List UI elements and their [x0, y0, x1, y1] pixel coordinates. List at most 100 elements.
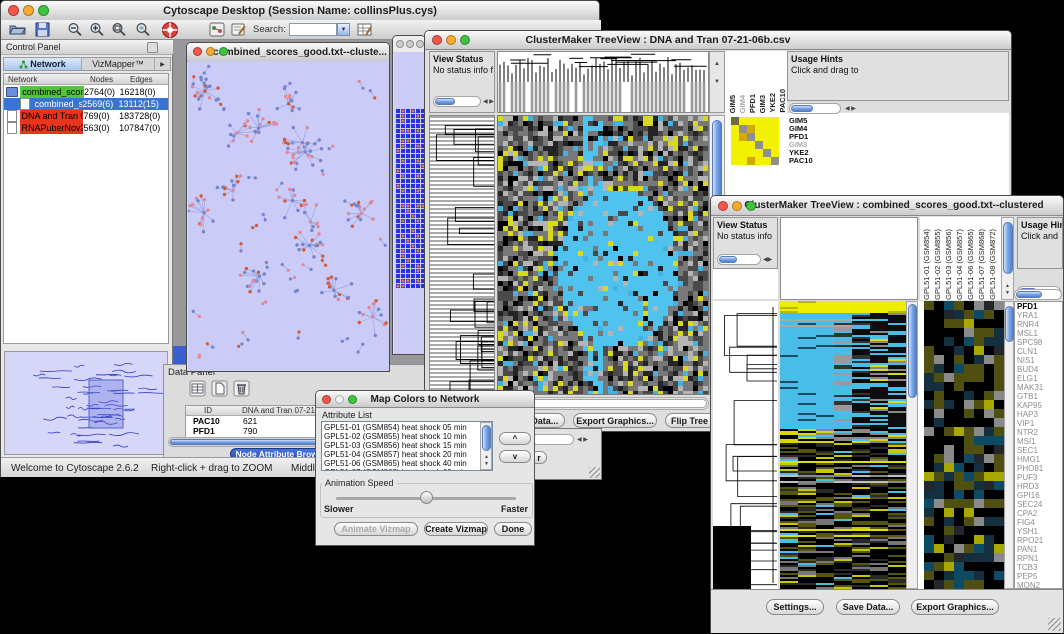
gene-label[interactable]: PHO81 — [1015, 464, 1062, 473]
netwin1-titlebar[interactable]: combined_scores_good.txt--cluste... — [187, 43, 389, 62]
up-arrow-icon[interactable]: ▲ — [484, 455, 489, 460]
animate-vizmap-button[interactable]: Animate Vizmap — [334, 522, 418, 536]
tv1-titlebar[interactable]: ClusterMaker TreeView : DNA and Tran 07-… — [425, 31, 1011, 50]
main-titlebar[interactable]: Cytoscape Desktop (Session Name: collins… — [1, 1, 599, 21]
tv2-vscrollbar[interactable] — [906, 301, 918, 589]
animation-slider-thumb[interactable] — [420, 491, 433, 504]
zoom-out-icon[interactable] — [67, 22, 84, 42]
network-list-row[interactable]: DNA and Tran 07769(0)183728(0) — [4, 110, 168, 122]
birdseye-view[interactable] — [4, 351, 168, 455]
gene-label[interactable]: MSL1 — [1015, 329, 1062, 338]
up-arrow-icon[interactable]: ▲ — [1005, 284, 1010, 289]
close-icon[interactable] — [718, 201, 728, 211]
move-up-button[interactable]: ^ — [499, 432, 531, 445]
save-icon[interactable] — [35, 22, 50, 42]
col-edges[interactable]: Edges — [130, 75, 153, 84]
close-icon[interactable] — [396, 40, 404, 48]
col-nodes[interactable]: Nodes — [90, 75, 113, 84]
tab-network[interactable]: Network — [4, 58, 82, 70]
col-id[interactable]: ID — [204, 406, 212, 415]
attribute-item[interactable]: GPL51-06 (GSM865) heat shock 40 min — [322, 459, 480, 468]
up-arrow-icon[interactable]: ▲ — [714, 61, 720, 67]
tv2-zoom-heatmap[interactable] — [924, 301, 1004, 589]
col-network[interactable]: Network — [8, 75, 37, 84]
tv1-status-hscrollbar[interactable] — [433, 96, 481, 107]
attribute-item[interactable]: GPL51-07 (GSM868) heat shock 60 min — [322, 468, 480, 471]
gene-label[interactable]: SEC24 — [1015, 500, 1062, 509]
attribute-item[interactable]: GPL51-01 (GSM854) heat shock 05 min — [322, 423, 480, 432]
gene-label[interactable]: HRD3 — [1015, 482, 1062, 491]
netwin2-titlebar[interactable] — [393, 36, 425, 53]
settings-button[interactable]: Settings... — [766, 599, 824, 615]
create-vizmap-button[interactable]: Create Vizmap — [424, 522, 488, 536]
gene-label[interactable]: PFD1 — [1015, 302, 1062, 311]
close-icon[interactable] — [8, 5, 19, 16]
gene-label[interactable]: ELG1 — [1015, 374, 1062, 383]
network-list-row[interactable]: combined_scores2764(0)16218(0) — [4, 86, 168, 98]
scroll-arrows-icon[interactable]: ◀▶ — [763, 257, 772, 263]
hscroll-thumb[interactable] — [1016, 291, 1042, 298]
gene-label[interactable]: YRA1 — [1015, 311, 1062, 320]
close-icon[interactable] — [322, 395, 331, 404]
new-page-icon[interactable] — [211, 380, 228, 402]
close-icon[interactable] — [193, 47, 202, 56]
gene-label[interactable]: GPI16 — [1015, 491, 1062, 500]
network-canvas-1[interactable] — [188, 61, 389, 371]
gene-label[interactable]: RNR4 — [1015, 320, 1062, 329]
tab-vizmapper[interactable]: VizMapper™ — [82, 58, 154, 70]
attribute-item[interactable]: GPL51-02 (GSM855) heat shock 10 min — [322, 432, 480, 441]
tv2-zoom-vscrollbar[interactable] — [1004, 301, 1014, 589]
minimize-icon[interactable] — [446, 35, 456, 45]
gene-label[interactable]: MON2 — [1015, 581, 1062, 589]
minimize-icon[interactable] — [406, 40, 414, 48]
table-icon[interactable] — [189, 380, 206, 402]
zoom-window-icon[interactable] — [38, 5, 49, 16]
zoom-in-icon[interactable] — [89, 22, 106, 42]
gene-label[interactable]: NIS1 — [1015, 356, 1062, 365]
move-down-button[interactable]: v — [499, 450, 531, 463]
search-dropdown-icon[interactable]: ▼ — [337, 23, 350, 36]
minimize-icon[interactable] — [23, 5, 34, 16]
down-arrow-icon[interactable]: ▼ — [714, 79, 720, 85]
gene-label[interactable]: PUF3 — [1015, 473, 1062, 482]
export-graphics-button[interactable]: Export Graphics... — [573, 413, 657, 428]
gene-label[interactable]: NTR2 — [1015, 428, 1062, 437]
network-list-row[interactable]: RNAPuberNov2+!563(0)107847(0) — [4, 122, 168, 134]
attribute-vscrollbar[interactable]: ▲ ▼ — [480, 422, 492, 470]
network-canvas-2[interactable] — [394, 52, 425, 354]
attribute-listbox[interactable]: GPL51-01 (GSM854) heat shock 05 minGPL51… — [321, 421, 493, 471]
col-attr[interactable]: DNA and Tran 07-21-06 — [242, 406, 327, 415]
annotation-panel-icon[interactable] — [231, 22, 247, 42]
gene-label[interactable]: FIG4 — [1015, 518, 1062, 527]
gene-label[interactable]: TCB3 — [1015, 563, 1062, 572]
gene-label[interactable]: PAN1 — [1015, 545, 1062, 554]
gene-label[interactable]: KAP95 — [1015, 401, 1062, 410]
attribute-item[interactable]: GPL51-04 (GSM857) heat shock 20 min — [322, 450, 480, 459]
tv2-top-vscrollbar[interactable]: ▲ ▼ — [1001, 217, 1014, 300]
gene-label[interactable]: GTB1 — [1015, 392, 1062, 401]
hscroll-thumb[interactable] — [719, 256, 737, 263]
zoom-window-icon[interactable] — [746, 201, 756, 211]
vscroll-thumb[interactable] — [1003, 222, 1013, 274]
gene-label[interactable]: PEP5 — [1015, 572, 1062, 581]
dialog-titlebar[interactable]: Map Colors to Network — [316, 391, 534, 408]
gene-label[interactable]: VIP1 — [1015, 419, 1062, 428]
gene-label[interactable]: RPO21 — [1015, 536, 1062, 545]
vscroll-thumb[interactable] — [908, 304, 917, 398]
tv2-row-dendrogram[interactable] — [713, 301, 778, 589]
tv2-titlebar[interactable]: ClusterMaker TreeView : combined_scores_… — [711, 196, 1063, 216]
tv1-row-dendrogram[interactable] — [429, 115, 495, 395]
search-input[interactable] — [289, 23, 337, 36]
tv1-scroll-strip[interactable]: ▲▼ — [709, 51, 725, 113]
tv1-heatmap[interactable] — [497, 115, 709, 395]
minimize-icon[interactable] — [335, 395, 344, 404]
gene-label[interactable]: MSI1 — [1015, 437, 1062, 446]
scroll-arrows-icon[interactable]: ◀ ▶ — [577, 437, 588, 443]
export-graphics-button[interactable]: Export Graphics... — [911, 599, 999, 615]
tv2-heatmap[interactable] — [780, 301, 906, 589]
open-folder-icon[interactable] — [9, 22, 26, 42]
gene-label[interactable]: CLN1 — [1015, 347, 1062, 356]
gene-label[interactable]: CPA2 — [1015, 509, 1062, 518]
window-controls[interactable] — [8, 5, 49, 16]
vscroll-thumb[interactable] — [482, 425, 491, 451]
